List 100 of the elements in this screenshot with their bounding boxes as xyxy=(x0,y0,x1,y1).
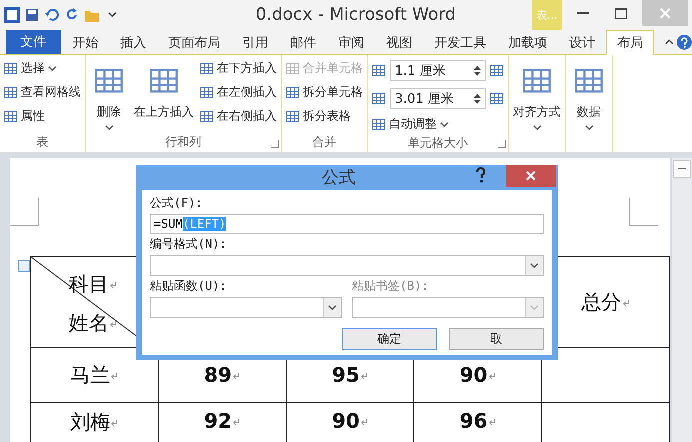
ribbon-button[interactable]: 查看网格线 xyxy=(4,82,81,103)
ribbon-tab[interactable]: 视图 xyxy=(375,30,424,55)
size-icon xyxy=(372,64,386,78)
table-icon xyxy=(286,86,300,100)
caret-icon xyxy=(530,304,539,310)
redo-icon[interactable] xyxy=(65,8,79,22)
ribbon-button[interactable]: 删除 xyxy=(90,58,128,131)
caret-icon xyxy=(48,66,57,72)
ribbon-tab[interactable]: 开始 xyxy=(61,30,110,55)
paragraph-mark-icon xyxy=(488,419,496,426)
ribbon-button[interactable]: 自动调整 xyxy=(372,114,504,135)
context-tab-label: 表... xyxy=(532,0,562,30)
table-icon xyxy=(286,62,300,76)
ribbon-tab[interactable]: 布局 xyxy=(606,30,654,55)
table-icon xyxy=(200,86,214,100)
paragraph-mark-icon xyxy=(488,373,496,380)
ribbon-tab[interactable]: 页面布局 xyxy=(157,30,232,55)
dialog-launcher-icon[interactable] xyxy=(271,140,279,148)
help-icon[interactable] xyxy=(677,34,692,50)
paragraph-mark-icon xyxy=(110,282,117,290)
group-label: 合并 xyxy=(312,134,338,151)
table-icon xyxy=(574,66,604,96)
table-icon xyxy=(149,66,179,96)
ribbon-button[interactable]: 在左侧插入 xyxy=(200,82,277,103)
minimize-icon xyxy=(577,12,589,14)
group-label: 行和列 xyxy=(164,134,202,151)
table-cell: 刘梅 xyxy=(30,402,158,442)
ribbon-tab[interactable]: 邮件 xyxy=(279,30,328,55)
field-label: 编号格式(N): xyxy=(150,236,228,253)
paragraph-mark-icon xyxy=(110,321,117,328)
ribbon-button[interactable]: 在下方插入 xyxy=(200,58,277,79)
table-icon xyxy=(94,66,124,96)
paragraph-mark-icon xyxy=(360,373,368,380)
close-icon xyxy=(660,8,670,18)
ribbon-tab[interactable]: 加载项 xyxy=(497,30,558,55)
formula-field[interactable]: =SUM(LEFT) xyxy=(150,214,544,234)
size-field[interactable]: 1.1 厘米 xyxy=(390,60,486,81)
ribbon-button[interactable]: 拆分表格 xyxy=(286,106,363,127)
corner-mark xyxy=(629,198,658,226)
table-move-handle[interactable] xyxy=(18,260,30,272)
ribbon-button[interactable]: 属性 xyxy=(4,106,81,127)
collapse-ribbon-icon[interactable] xyxy=(665,39,674,45)
size-field[interactable]: 3.01 厘米 xyxy=(390,88,486,109)
paragraph-mark-icon xyxy=(111,372,118,380)
table-icon xyxy=(372,118,386,132)
caret-icon xyxy=(104,125,114,131)
caret-icon xyxy=(584,125,594,131)
cancel-button[interactable]: 取 xyxy=(449,328,544,350)
save-icon[interactable] xyxy=(25,8,39,22)
caret-icon xyxy=(530,262,539,268)
paragraph-mark-icon xyxy=(360,419,368,426)
caret-icon xyxy=(108,12,116,18)
table-icon xyxy=(4,86,18,100)
file-tab[interactable]: 文件 xyxy=(6,30,62,54)
ribbon-tab[interactable]: 开发工具 xyxy=(423,30,498,55)
table-icon xyxy=(522,66,552,96)
field-label: 粘贴书签(B): xyxy=(352,278,430,295)
field-label: 公式(F): xyxy=(150,195,204,212)
scrollbar[interactable] xyxy=(672,158,692,442)
paragraph-mark-icon xyxy=(111,420,118,428)
spinner-icon xyxy=(474,64,481,76)
ribbon-button[interactable]: 选择 xyxy=(4,58,81,79)
table-icon xyxy=(4,110,18,124)
table-icon xyxy=(200,62,214,76)
distribute-icon xyxy=(490,92,504,106)
distribute-icon xyxy=(490,64,504,78)
size-icon xyxy=(372,92,386,106)
paragraph-mark-icon xyxy=(233,419,240,426)
ribbon-tab[interactable]: 审阅 xyxy=(327,30,376,55)
ribbon-tab[interactable]: 插入 xyxy=(109,30,158,55)
table-icon xyxy=(4,62,18,76)
field-label: 粘贴函数(U): xyxy=(150,278,228,295)
maximize-icon xyxy=(615,8,627,18)
corner-mark xyxy=(10,198,39,226)
ok-button[interactable]: 确定 xyxy=(342,328,437,350)
ruler-toggle-button[interactable] xyxy=(673,160,691,178)
ribbon-button[interactable]: 数据 xyxy=(570,58,608,131)
ribbon-button[interactable]: 对齐方式 xyxy=(513,58,561,131)
close-icon xyxy=(526,171,536,181)
group-label: 单元格大小 xyxy=(407,135,469,152)
caret-icon xyxy=(328,304,337,310)
undo-icon[interactable] xyxy=(45,8,59,22)
caret-icon xyxy=(440,122,449,128)
caret-icon xyxy=(532,125,542,131)
group-label: 表 xyxy=(36,134,50,151)
dialog-launcher-icon[interactable] xyxy=(498,140,506,148)
paragraph-mark-icon xyxy=(622,300,630,307)
close-button[interactable] xyxy=(506,165,556,187)
ribbon-button[interactable]: 拆分单元格 xyxy=(286,82,363,103)
minus-icon xyxy=(677,166,687,172)
header-text: 科目 xyxy=(69,271,117,298)
dialog-title: 公式 xyxy=(321,167,357,189)
ribbon-button[interactable]: 在右侧插入 xyxy=(200,106,277,127)
paragraph-mark-icon xyxy=(233,373,240,380)
ribbon-tab[interactable]: 设计 xyxy=(558,30,606,55)
spinner-icon xyxy=(474,92,481,104)
ribbon-tab[interactable]: 引用 xyxy=(231,30,280,55)
word-logo-icon xyxy=(4,7,20,23)
table-icon xyxy=(286,110,300,124)
ribbon-button[interactable]: 在上方插入 xyxy=(134,58,194,121)
